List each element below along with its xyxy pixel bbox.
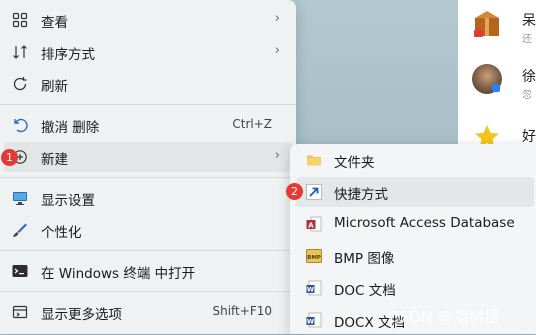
menu-item-label: 在 Windows 终端 中打开 bbox=[41, 266, 196, 282]
doc-icon: W bbox=[306, 280, 322, 296]
refresh-icon bbox=[12, 76, 28, 92]
sort-icon bbox=[12, 44, 28, 60]
submenu-item-folder[interactable]: 文件夹 bbox=[296, 145, 534, 175]
menu-item-label: 个性化 bbox=[41, 225, 82, 241]
submenu-item-label: 快捷方式 bbox=[334, 187, 388, 203]
menu-item-label: 刷新 bbox=[41, 79, 68, 95]
docx-icon: W bbox=[306, 312, 322, 328]
menu-item-label: 查看 bbox=[41, 15, 68, 31]
menu-item-view[interactable]: 查看 › bbox=[4, 5, 292, 35]
chat-name: 徐 bbox=[522, 69, 536, 85]
terminal-icon bbox=[12, 263, 28, 279]
shortcut-icon bbox=[306, 184, 322, 200]
chat-name: 呆 bbox=[522, 13, 536, 29]
watermark: CSDN @俎树振 bbox=[388, 308, 501, 326]
chevron-right-icon: › bbox=[274, 11, 280, 26]
chat-item[interactable]: 呆 还 bbox=[458, 4, 536, 54]
step-badge: 2 bbox=[286, 183, 303, 200]
shortcut-text: Ctrl+Z bbox=[232, 117, 272, 131]
submenu-item-label: DOC 文档 bbox=[334, 283, 396, 299]
package-avatar-icon bbox=[472, 8, 502, 38]
undo-icon bbox=[12, 117, 28, 133]
menu-item-open-terminal[interactable]: 在 Windows 终端 中打开 bbox=[4, 256, 292, 286]
user-avatar bbox=[472, 64, 502, 94]
menu-separator bbox=[0, 104, 296, 105]
menu-item-new[interactable]: 新建 › bbox=[4, 142, 292, 172]
submenu-item-shortcut[interactable]: 快捷方式 bbox=[296, 177, 534, 207]
chevron-right-icon: › bbox=[274, 148, 280, 163]
display-icon bbox=[12, 190, 28, 206]
menu-separator bbox=[0, 250, 296, 251]
menu-separator bbox=[0, 291, 296, 292]
submenu-item-doc[interactable]: W DOC 文档 bbox=[296, 273, 534, 303]
chat-preview: 还 bbox=[522, 34, 532, 45]
bmp-icon: BMP bbox=[306, 248, 322, 264]
menu-item-show-more-options[interactable]: 显示更多选项 Shift+F10 bbox=[4, 297, 292, 327]
menu-item-display-settings[interactable]: 显示设置 bbox=[4, 183, 292, 213]
submenu-item-label: Microsoft Access Database bbox=[334, 215, 515, 231]
menu-item-personalize[interactable]: 个性化 bbox=[4, 215, 292, 245]
grid-icon bbox=[12, 12, 28, 28]
access-icon: A bbox=[306, 216, 322, 232]
menu-item-label: 显示更多选项 bbox=[41, 307, 122, 323]
svg-text:BMP: BMP bbox=[307, 255, 321, 261]
menu-item-sort[interactable]: 排序方式 › bbox=[4, 37, 292, 67]
chat-preview: 忽 bbox=[522, 90, 532, 101]
menu-item-label: 排序方式 bbox=[41, 47, 95, 63]
menu-separator bbox=[0, 177, 296, 178]
menu-item-refresh[interactable]: 刷新 bbox=[4, 69, 292, 99]
context-menu: 查看 › 排序方式 › 刷新 撤消 删除 Ctrl+Z 新建 › 显示设置 个性… bbox=[0, 0, 296, 334]
submenu-item-access-database[interactable]: A Microsoft Access Database bbox=[296, 209, 534, 239]
svg-text:W: W bbox=[307, 286, 314, 294]
menu-item-undo-delete[interactable]: 撤消 删除 Ctrl+Z bbox=[4, 110, 292, 140]
submenu-item-bmp[interactable]: BMP BMP 图像 bbox=[296, 241, 534, 271]
menu-item-label: 新建 bbox=[41, 152, 68, 168]
submenu-item-label: 文件夹 bbox=[334, 155, 375, 171]
folder-icon bbox=[306, 152, 322, 168]
chat-item[interactable]: 徐 忽 bbox=[458, 58, 536, 108]
more-options-icon bbox=[12, 304, 28, 320]
submenu-item-label: BMP 图像 bbox=[334, 251, 395, 267]
menu-item-label: 撤消 删除 bbox=[41, 120, 100, 136]
shortcut-text: Shift+F10 bbox=[212, 304, 272, 318]
chat-name: 好 bbox=[522, 129, 536, 145]
svg-text:A: A bbox=[308, 222, 314, 230]
chevron-right-icon: › bbox=[274, 43, 280, 58]
chat-panel: 呆 还 徐 忽 好 bbox=[458, 0, 536, 148]
menu-item-label: 显示设置 bbox=[41, 193, 95, 209]
svg-text:W: W bbox=[307, 318, 314, 326]
brush-icon bbox=[12, 222, 28, 238]
step-badge: 1 bbox=[1, 149, 18, 166]
